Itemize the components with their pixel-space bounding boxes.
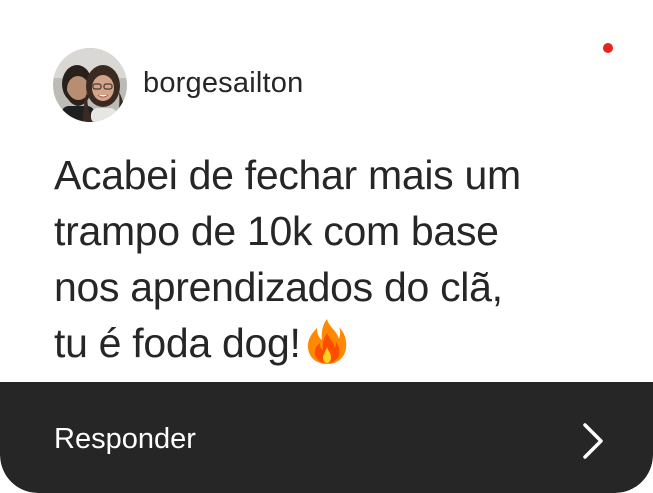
message-notification-card[interactable]: borgesailton Acabei de fechar mais um tr… xyxy=(0,0,653,493)
avatar[interactable] xyxy=(53,48,127,122)
message-line: Acabei de fechar mais um xyxy=(54,152,521,198)
message-text: Acabei de fechar mais um trampo de 10k c… xyxy=(54,147,614,371)
message-line-last: tu é foda dog! xyxy=(54,315,614,371)
chevron-right-icon xyxy=(583,423,603,459)
message-line: trampo de 10k com base xyxy=(54,208,499,254)
unread-dot xyxy=(603,43,613,53)
message-line-text: tu é foda dog! xyxy=(54,320,301,366)
reply-button[interactable]: Responder xyxy=(0,382,653,493)
fire-emoji-icon xyxy=(307,319,346,364)
avatar-photo xyxy=(53,48,127,122)
message-line: nos aprendizados do clã, xyxy=(54,264,503,310)
sender-username[interactable]: borgesailton xyxy=(143,64,303,102)
reply-label: Responder xyxy=(54,423,196,455)
